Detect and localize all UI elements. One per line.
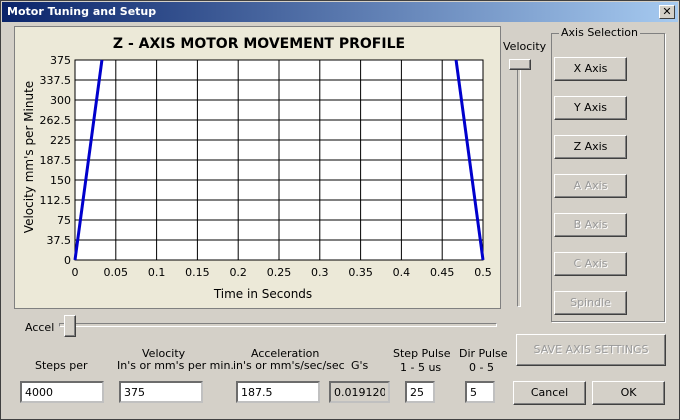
dir-pulse-label: Dir Pulse [459,347,508,360]
x-tick-label: 0.5 [474,266,492,279]
y-tick-label: 300 [50,94,71,107]
acceleration-units-label: in's or mm's/sec/sec [233,359,345,372]
accel-slider-track[interactable] [59,323,497,327]
steps-per-input[interactable] [20,381,104,403]
x-axis-label: Time in Seconds [213,287,312,301]
velocity-slider-track[interactable] [517,63,521,307]
y-tick-label: 375 [50,54,71,67]
cancel-button[interactable]: Cancel [513,381,586,405]
axis-button-y-axis[interactable]: Y Axis [554,96,627,120]
velocity-units-label: In's or mm's per min. [117,359,234,372]
y-axis-label: Velocity mm's per Minute [22,81,36,233]
axis-button-b-axis[interactable]: B Axis [554,213,627,237]
y-tick-label: 37.5 [47,234,72,247]
close-button[interactable]: ✕ [659,5,675,19]
x-axis-ticks: 0 0.05 0.1 0.15 0.2 0.25 0.3 0.35 0.4 0.45 0.5 [72,266,492,279]
y-axis-ticks: 0 37.5 75 112.5 150 187.5 225 262.5 300 337.5 375 [40,54,72,267]
chart-title: Z - AXIS MOTOR MOVEMENT PROFILE [113,36,405,52]
dir-pulse-input[interactable] [465,381,495,403]
gs-readout [329,381,390,403]
y-tick-label: 337.5 [40,74,72,87]
axis-button-x-axis[interactable]: X Axis [554,57,627,81]
accel-slider-label: Accel [25,321,55,334]
dir-pulse-range-label: 0 - 5 [469,361,494,374]
x-tick-label: 0.35 [348,266,373,279]
y-tick-label: 75 [57,214,71,227]
velocity-slider-label: Velocity [503,40,547,53]
axis-button-spindle[interactable]: Spindle [554,291,627,315]
axis-selection-title: Axis Selection [559,26,641,39]
chart-panel: Z - AXIS MOTOR MOVEMENT PROFILE 0 37.5 75 1… [14,26,501,309]
velocity-input[interactable] [119,381,203,403]
step-pulse-label: Step Pulse [393,347,451,360]
y-tick-label: 112.5 [40,194,72,207]
y-tick-label: 0 [64,254,71,267]
y-tick-label: 262.5 [40,114,72,127]
x-tick-label: 0 [72,266,79,279]
ok-button[interactable]: OK [592,381,665,405]
acceleration-input[interactable] [236,381,320,403]
gs-label: G's [351,359,369,372]
axis-button-a-axis[interactable]: A Axis [554,174,627,198]
save-axis-settings-button[interactable]: SAVE AXIS SETTINGS [516,334,666,366]
steps-per-label: Steps per [35,359,88,372]
accel-slider-thumb[interactable] [64,315,76,337]
motor-profile-chart: Z - AXIS MOTOR MOVEMENT PROFILE 0 37.5 75 1… [22,36,492,301]
x-tick-label: 0.3 [311,266,329,279]
x-tick-label: 0.25 [267,266,292,279]
motor-tuning-window: Motor Tuning and Setup ✕ Z - AXIS MOTOR … [0,0,680,420]
y-tick-label: 150 [50,174,71,187]
x-tick-label: 0.2 [229,266,247,279]
x-tick-label: 0.4 [393,266,411,279]
axis-button-c-axis[interactable]: C Axis [554,252,627,276]
x-tick-label: 0.15 [185,266,210,279]
y-tick-label: 225 [50,134,71,147]
y-tick-label: 187.5 [40,154,72,167]
x-tick-label: 0.1 [148,266,166,279]
step-pulse-range-label: 1 - 5 us [400,361,442,374]
x-tick-label: 0.05 [104,266,129,279]
x-tick-label: 0.45 [430,266,455,279]
velocity-slider-thumb[interactable] [509,59,531,70]
chart-grid [74,59,484,261]
window-title: Motor Tuning and Setup [7,5,157,18]
title-bar[interactable]: Motor Tuning and Setup ✕ [2,2,678,22]
step-pulse-input[interactable] [405,381,435,403]
axis-button-z-axis[interactable]: Z Axis [554,135,627,159]
